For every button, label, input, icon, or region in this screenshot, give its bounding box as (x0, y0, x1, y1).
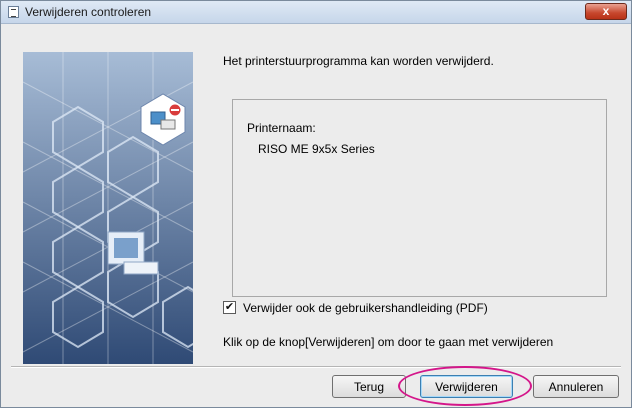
dialog-content: Het printerstuurprogramma kan worden ver… (1, 24, 631, 407)
instruction-text: Klik op de knop[Verwijderen] om door te … (223, 335, 554, 349)
printer-illustration (23, 52, 193, 364)
window-title: Verwijderen controleren (25, 5, 152, 19)
printer-name-label: Printernaam: (247, 121, 316, 135)
remove-manual-label[interactable]: Verwijder ook de gebruikershandleiding (… (243, 301, 488, 315)
cancel-button[interactable]: Annuleren (533, 375, 619, 398)
dialog-window: Verwijderen controleren x Het printerstu… (0, 0, 632, 408)
app-window-icon (8, 6, 19, 18)
hexagon-pattern-icon (23, 52, 193, 364)
divider (11, 366, 621, 368)
intro-text: Het printerstuurprogramma kan worden ver… (223, 54, 494, 68)
back-button[interactable]: Terug (332, 375, 406, 398)
close-button[interactable]: x (585, 3, 627, 20)
printer-name-value: RISO ME 9x5x Series (258, 142, 375, 156)
title-bar[interactable]: Verwijderen controleren x (1, 1, 631, 24)
remove-button[interactable]: Verwijderen (420, 375, 513, 398)
remove-manual-checkbox[interactable]: ✔ (223, 301, 236, 314)
close-icon: x (602, 4, 610, 18)
printer-info-box: Printernaam: RISO ME 9x5x Series (232, 99, 607, 297)
